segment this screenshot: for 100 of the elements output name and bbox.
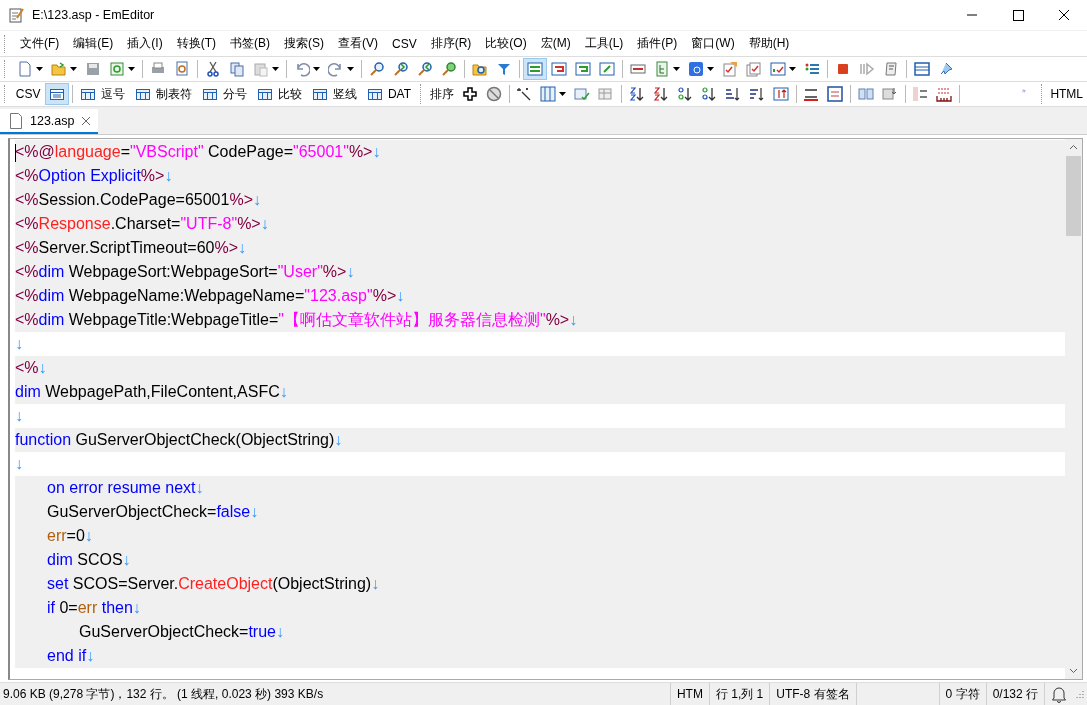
strikethrough-text-icon [803,86,820,102]
string-literal: "User" [277,263,323,280]
grid-icon [256,86,273,102]
table-arrow-icon [598,86,615,102]
folder-search-icon [472,61,488,77]
line-end-mark: ↓ [334,431,343,448]
code-keyword: dim [38,263,65,280]
code-keyword: if [47,599,55,616]
line-end-mark: ↓ [195,479,204,496]
menu-item[interactable]: CSV [385,36,424,51]
code-object: CreateObject [178,575,273,592]
status-field[interactable]: 行 1,列 1 [708,683,770,705]
grid-icon [48,86,65,102]
caret-icon[interactable] [559,92,567,96]
menu-item[interactable]: 窗口(W) [684,35,742,52]
code-keyword: then [100,599,133,616]
code-editor[interactable] [8,138,1083,680]
menu-item[interactable]: 宏(M) [533,35,578,52]
code-object: language [54,143,121,160]
notepad-icon [8,7,24,23]
csv-format-button[interactable]: 比较 [251,83,307,105]
checklist-icon [770,61,786,77]
caret-icon[interactable] [70,67,77,71]
sort-lines-descending-icon [748,86,765,102]
csv-format-button[interactable]: 分号 [196,83,252,105]
csv-format-button[interactable]: 逗号 [74,83,130,105]
asp-delimiter: <% [15,167,39,184]
code-text: SCOS [76,551,123,568]
code-text: WebpageSort:WebpageSort= [67,263,278,280]
toolbar-label: CSV [14,87,42,101]
bell-icon[interactable] [1051,685,1067,703]
menu-item[interactable]: 插入(I) [120,35,170,52]
status-field[interactable]: UTF-8 有签名 [769,683,856,705]
menu-item[interactable]: 工具(L) [577,35,631,52]
code-keyword: on error resume next [47,479,196,496]
menu-item[interactable]: 搜索(S) [277,35,331,52]
line-end-mark: ↓ [86,647,95,664]
menu-item[interactable]: 转换(T) [169,35,223,52]
caret-icon[interactable] [789,67,796,71]
wrap-icon [527,61,543,77]
line-end-mark: ↓ [238,239,247,256]
scrollbar[interactable] [1065,139,1082,679]
caret-icon[interactable] [272,67,279,71]
caret-icon[interactable] [673,67,680,71]
undo-icon [294,61,310,77]
document-tab[interactable]: 123.asp [0,109,99,134]
scroll-thumb[interactable] [1066,156,1081,236]
caret-icon[interactable] [36,67,43,71]
menu-item[interactable]: 编辑(E) [66,35,121,52]
line-end-mark: ↓ [15,407,23,424]
code-keyword: true [248,623,276,640]
line-end-mark: ↓ [372,143,381,160]
line-end-mark: ↓ [371,575,380,592]
code-keyword: dim [47,551,73,568]
caret-icon[interactable] [707,67,714,71]
status-field[interactable]: HTM [669,683,709,705]
close-icon[interactable] [82,116,91,125]
code-text: WebpageName:WebpageName= [67,287,305,304]
code-text: SCOS=Server. [71,575,179,592]
code-keyword: dim [38,311,65,328]
asp-delimiter: <% [15,191,39,208]
code-text: (ObjectString) [272,575,372,592]
menu-item[interactable]: 文件(F) [13,35,67,52]
string-literal: "【啊估文章软件站】服务器信息检测" [278,311,546,328]
scissors-icon [205,61,221,77]
line-end-mark: ↓ [260,215,269,232]
code-text: GuServerObjectCheck(ObjectString) [74,431,335,448]
caret-icon[interactable] [313,67,320,71]
code-text: WebpagePath,FileContent,ASFC [44,383,280,400]
code-variable: err [47,527,67,544]
resize-grip-icon[interactable] [1075,689,1085,699]
csv-format-button[interactable]: DAT [361,83,417,105]
sort-box-icon [772,86,789,102]
csv-format-button[interactable]: 竖线 [306,83,362,105]
table-check-icon [574,86,591,102]
code-text: 0= [58,599,78,616]
menu-item[interactable]: 插件(P) [630,35,685,52]
string-literal: "VBScript" [130,143,204,160]
menu-item[interactable]: 帮助(H) [741,35,797,52]
ruler-icon [936,86,952,102]
no-sign-icon [485,86,502,102]
status-field[interactable]: 0 字符 [938,683,986,705]
code-keyword: dim [38,287,65,304]
line-end-mark: ↓ [122,551,131,568]
menu-item[interactable]: 书签(B) [223,35,277,52]
new-file-icon [17,61,33,77]
filter-icon [496,61,512,77]
menu-item[interactable]: 排序(R) [423,35,479,52]
csv-format-button[interactable]: 制表符 [129,83,197,105]
cells-arrow-icon [881,86,898,102]
line-end-mark: ↓ [164,167,173,184]
caret-icon[interactable] [128,67,135,71]
sort-lines-icon [724,86,741,102]
csv-mode-button[interactable] [44,83,69,105]
asp-delimiter: <% [15,239,39,256]
menu-item[interactable]: 比较(O) [478,35,534,52]
status-field[interactable]: 0/132 行 [985,683,1044,705]
code-keyword: set [47,575,69,592]
menu-item[interactable]: 查看(V) [331,35,385,52]
caret-icon[interactable] [347,67,354,71]
